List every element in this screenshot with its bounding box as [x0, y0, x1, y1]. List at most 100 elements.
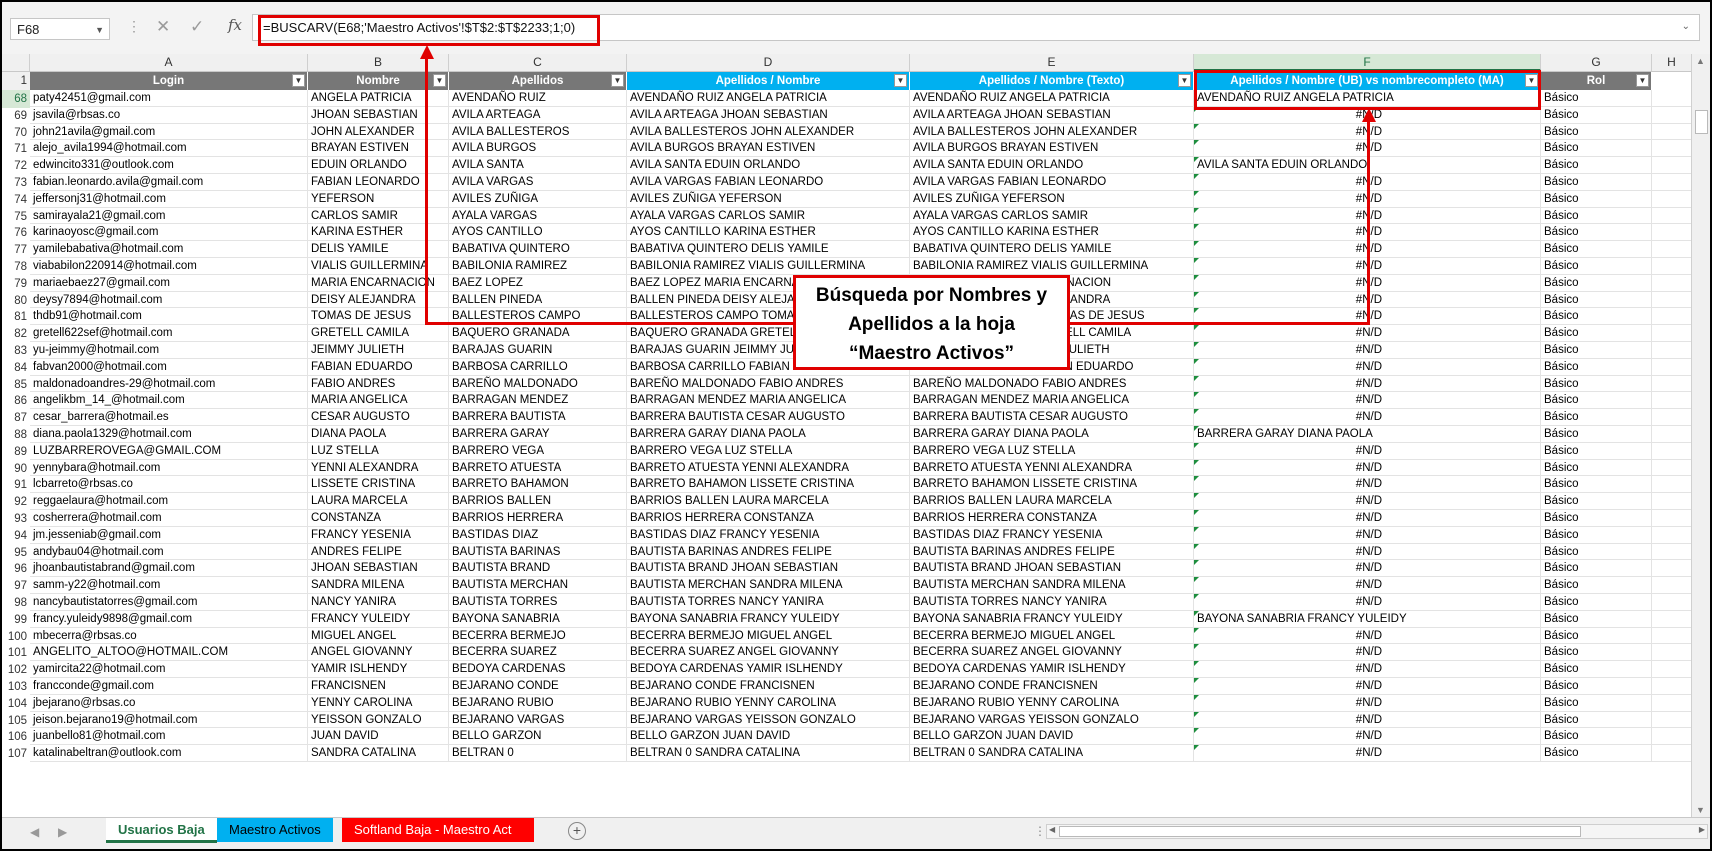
cell-ap-nom[interactable]: AVILA ARTEAGA JHOAN SEBASTIAN: [627, 106, 910, 124]
cell-empty[interactable]: [1652, 241, 1692, 258]
cell-apellidos[interactable]: BAUTISTA BRAND: [449, 560, 627, 578]
error-indicator-icon[interactable]: [1194, 174, 1199, 179]
cell-apellidos[interactable]: BARRERA BAUTISTA: [449, 409, 627, 426]
cell-ap-nom[interactable]: BARRIOS BALLEN LAURA MARCELA: [627, 493, 910, 510]
error-indicator-icon[interactable]: [1194, 274, 1199, 280]
cell-ap-nom-txt[interactable]: AVILES ZUÑIGA YEFERSON: [910, 190, 1194, 208]
cell-rol[interactable]: Básico: [1541, 442, 1652, 460]
cell-ap-nom[interactable]: AVILA BURGOS BRAYAN ESTIVEN: [627, 140, 910, 158]
cell-rol[interactable]: Básico: [1541, 661, 1652, 678]
chevron-down-icon[interactable]: ▼: [95, 19, 104, 41]
error-indicator-icon[interactable]: [1194, 661, 1199, 667]
cell-empty[interactable]: [1652, 526, 1692, 544]
cell-nombre[interactable]: FRANCY YULEIDY: [308, 610, 449, 628]
column-header-c[interactable]: C: [449, 54, 627, 71]
cell-ap-nom[interactable]: AVENDAÑO RUIZ ANGELA PATRICIA: [627, 90, 910, 107]
cell-login[interactable]: yennybara@hotmail.com: [30, 459, 308, 477]
cell-ap-nom-txt[interactable]: AVILA BALLESTEROS JOHN ALEXANDER: [910, 123, 1194, 141]
cell-empty[interactable]: [1652, 577, 1692, 594]
cell-empty[interactable]: [1652, 207, 1692, 225]
column-header-a[interactable]: A: [30, 54, 308, 71]
cell-rol[interactable]: Básico: [1541, 560, 1652, 578]
cell-empty[interactable]: [1652, 610, 1692, 628]
cell-rol[interactable]: Básico: [1541, 241, 1652, 258]
cell-login[interactable]: reggaelaura@hotmail.com: [30, 493, 308, 510]
cell-rol[interactable]: Básico: [1541, 594, 1652, 611]
cell-apellidos[interactable]: BEJARANO VARGAS: [449, 711, 627, 729]
cell-login[interactable]: francconde@gmail.com: [30, 678, 308, 695]
cell-nombre[interactable]: YEISSON GONZALO: [308, 711, 449, 729]
cell-apellidos[interactable]: AVILES ZUÑIGA: [449, 190, 627, 208]
cell-login[interactable]: deysy7894@hotmail.com: [30, 291, 308, 309]
cell-apellidos[interactable]: BARAJAS GUARIN: [449, 342, 627, 359]
error-indicator-icon[interactable]: [1194, 358, 1199, 364]
filter-dropdown-icon[interactable]: ▼: [611, 74, 624, 87]
insert-function-icon[interactable]: fx: [228, 16, 242, 34]
cell-rol[interactable]: Básico: [1541, 577, 1652, 594]
filter-dropdown-icon[interactable]: ▼: [894, 74, 907, 87]
scrollbar-thumb[interactable]: [1059, 826, 1581, 837]
tab-usuarios-baja[interactable]: Usuarios Baja: [106, 818, 217, 843]
cell-apellidos[interactable]: BELTRAN 0: [449, 745, 627, 762]
cell-ap-nom[interactable]: BABATIVA QUINTERO DELIS YAMILE: [627, 241, 910, 258]
cell-vs[interactable]: #N/D: [1194, 711, 1541, 729]
cell-login[interactable]: jhoanbautistabrand@gmail.com: [30, 560, 308, 578]
cell-login[interactable]: jm.jesseniab@gmail.com: [30, 526, 308, 544]
cell-rol[interactable]: Básico: [1541, 493, 1652, 510]
cell-ap-nom-txt[interactable]: BELLO GARZON JUAN DAVID: [910, 728, 1194, 746]
cell-empty[interactable]: [1652, 258, 1692, 275]
error-indicator-icon[interactable]: [1194, 325, 1199, 331]
cell-rol[interactable]: Básico: [1541, 543, 1652, 561]
cell-nombre[interactable]: FRANCISNEN: [308, 678, 449, 695]
cell-login[interactable]: fabian.leonardo.avila@gmail.com: [30, 174, 308, 191]
cell-rol[interactable]: Básico: [1541, 123, 1652, 141]
cell-nombre[interactable]: MARIA ANGELICA: [308, 392, 449, 410]
cell-ap-nom[interactable]: BASTIDAS DIAZ FRANCY YESENIA: [627, 526, 910, 544]
cell-login[interactable]: francy.yuleidy9898@gmail.com: [30, 610, 308, 628]
cell-apellidos[interactable]: BARRERA GARAY: [449, 426, 627, 443]
error-indicator-icon[interactable]: [1194, 409, 1199, 415]
cell-ap-nom[interactable]: BAYONA SANABRIA FRANCY YULEIDY: [627, 610, 910, 628]
cell-login[interactable]: jsavila@rbsas.co: [30, 106, 308, 124]
cell-apellidos[interactable]: BASTIDAS DIAZ: [449, 526, 627, 544]
cell-rol[interactable]: Básico: [1541, 711, 1652, 729]
cell-apellidos[interactable]: BECERRA BERMEJO: [449, 627, 627, 645]
cell-login[interactable]: gretell622sef@hotmail.com: [30, 325, 308, 342]
cell-login[interactable]: andybau04@hotmail.com: [30, 543, 308, 561]
error-indicator-icon[interactable]: [1194, 493, 1199, 499]
header-apellidos-nombre-texto[interactable]: Apellidos / Nombre (Texto) ▼: [910, 72, 1194, 90]
cell-login[interactable]: angelikbm_14_@hotmail.com: [30, 392, 308, 410]
cell-login[interactable]: fabvan2000@hotmail.com: [30, 358, 308, 376]
cell-empty[interactable]: [1652, 190, 1692, 208]
cell-login[interactable]: karinaoyosc@gmail.com: [30, 224, 308, 242]
cell-vs[interactable]: #N/D: [1194, 560, 1541, 578]
error-indicator-icon[interactable]: [1194, 426, 1199, 431]
column-header-h[interactable]: H: [1652, 54, 1692, 71]
cell-vs[interactable]: #N/D: [1194, 728, 1541, 746]
cell-nombre[interactable]: ANDRES FELIPE: [308, 543, 449, 561]
cell-login[interactable]: maldonadoandres-29@hotmail.com: [30, 375, 308, 393]
error-indicator-icon[interactable]: [1194, 123, 1199, 129]
cell-apellidos[interactable]: BAYONA SANABRIA: [449, 610, 627, 628]
cell-empty[interactable]: [1652, 325, 1692, 342]
cell-nombre[interactable]: SANDRA MILENA: [308, 577, 449, 594]
cell-empty[interactable]: [1652, 274, 1692, 292]
select-all-corner[interactable]: [2, 54, 30, 71]
cell-ap-nom-txt[interactable]: BABATIVA QUINTERO DELIS YAMILE: [910, 241, 1194, 258]
cell-nombre[interactable]: YAMIR ISLHENDY: [308, 661, 449, 678]
cell-rol[interactable]: Básico: [1541, 308, 1652, 326]
cell-rol[interactable]: Básico: [1541, 526, 1652, 544]
error-indicator-icon[interactable]: [1194, 594, 1199, 599]
cell-vs[interactable]: #N/D: [1194, 526, 1541, 544]
cell-login[interactable]: mariaebaez27@gmail.com: [30, 274, 308, 292]
cell-ap-nom[interactable]: BARRERA BAUTISTA CESAR AUGUSTO: [627, 409, 910, 426]
error-indicator-icon[interactable]: [1194, 610, 1199, 616]
error-indicator-icon[interactable]: [1194, 190, 1199, 196]
error-indicator-icon[interactable]: [1194, 140, 1199, 146]
cell-ap-nom[interactable]: BARRIOS HERRERA CONSTANZA: [627, 510, 910, 527]
cell-rol[interactable]: Básico: [1541, 459, 1652, 477]
header-login[interactable]: Login ▼: [30, 72, 308, 90]
cell-empty[interactable]: [1652, 174, 1692, 191]
cell-vs[interactable]: #N/D: [1194, 678, 1541, 695]
tab-softland-baja[interactable]: Softland Baja - Maestro Act: [342, 818, 534, 842]
